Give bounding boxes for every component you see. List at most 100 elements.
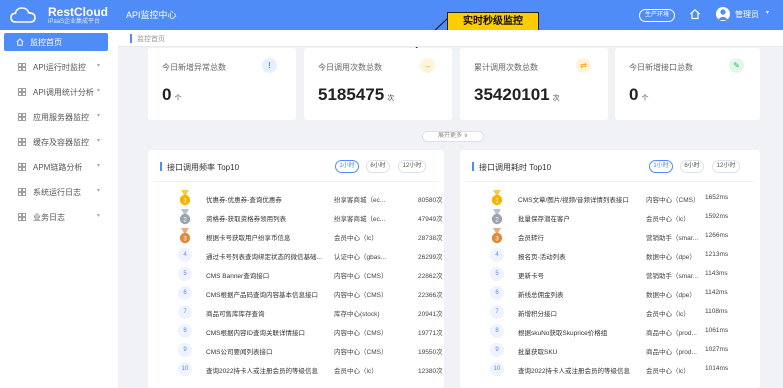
chevron-down-icon: ▾: [97, 163, 101, 169]
service-name: 内容中心（CMS）: [334, 292, 388, 299]
service-name: 商品中心（prod...: [646, 349, 697, 356]
tab-12-hours[interactable]: 12小时: [398, 160, 426, 173]
stat-title: 累计调用次数总数: [474, 63, 538, 72]
grid-icon: [18, 188, 26, 196]
sidebar-item-business-log[interactable]: 业务日志 ▾: [0, 208, 118, 226]
user-avatar-icon: [718, 9, 728, 20]
medal-icon: 1: [179, 190, 191, 206]
list-item[interactable]: 8 CMS根据内容ID查询关联详情接口 内容中心（CMS） 19771次: [148, 323, 444, 341]
api-name: 查询2022持卡人或注册会员的等级信息: [206, 368, 318, 375]
tab-1-hour[interactable]: 1小时: [335, 160, 359, 173]
sidebar-item-label: 系统运行日志: [33, 188, 81, 197]
grid-icon: [18, 113, 26, 121]
list-item[interactable]: 4 通过卡号列表查询绑定状态的微信基础... 认证中心（gbas... 26299次: [148, 247, 444, 265]
service-name: 营销助手（smar...: [646, 235, 699, 242]
medal-icon: 3: [491, 228, 503, 244]
metric-value: 26299次: [418, 254, 443, 261]
logo[interactable]: RestCloud iPaaS企业集成平台: [6, 3, 116, 27]
sidebar-item-api-stats[interactable]: API调用统计分析 ▾: [0, 83, 118, 101]
list-item[interactable]: 10 查询2022持卡人或注册会员的等级信息 会员中心（lc） 12380次: [148, 361, 444, 379]
expand-more-button[interactable]: 展开更多 ∨: [422, 131, 484, 142]
list-item[interactable]: 6 新线总佣金列表 数据中心（dpe） 1142ms: [460, 285, 760, 303]
sidebar-item-dashboard[interactable]: 监控首页: [4, 33, 108, 51]
metric-value: 1142ms: [705, 289, 728, 296]
cloud-logo-icon: [10, 7, 36, 23]
panel-marker: [472, 162, 474, 171]
tab-6-hours[interactable]: 6小时: [366, 160, 390, 173]
service-name: 内容中心（CMS）: [334, 330, 388, 337]
list-item[interactable]: 9 CMS公司要闻列表接口 内容中心（CMS） 19550次: [148, 342, 444, 360]
metric-value: 19550次: [418, 349, 443, 356]
list-item[interactable]: 1 优惠券-优惠券-查询优惠券 纷享客商城（ec... 80580次: [148, 190, 444, 208]
tab-1-hour[interactable]: 1小时: [649, 160, 673, 173]
list-item[interactable]: 2 批量保存潜在客户 会员中心（lc） 1592ms: [460, 209, 760, 227]
metric-value: 1266ms: [705, 232, 729, 239]
grid-icon: [18, 88, 26, 96]
avatar[interactable]: [716, 7, 730, 21]
panel-divider: [466, 181, 754, 182]
sidebar-item-app-server[interactable]: 应用服务器监控 ▾: [0, 108, 118, 126]
metric-value: 22366次: [418, 292, 443, 299]
sidebar-item-label: APM链路分析: [33, 163, 83, 172]
api-name: 批量保存潜在客户: [518, 216, 570, 223]
stat-number: 5185475: [318, 85, 385, 104]
metric-value: 1061ms: [705, 327, 729, 334]
medal-icon: 2: [179, 209, 191, 225]
tab-6-hours[interactable]: 6小时: [680, 160, 704, 173]
chevron-down-icon: ▾: [97, 63, 101, 69]
api-name: 新线总佣金列表: [518, 292, 564, 299]
api-name: CMS Banner查询接口: [206, 273, 270, 280]
list-item[interactable]: 4 报名页-活动列表 数据中心（dpe） 1213ms: [460, 247, 760, 265]
stat-unit: 个: [641, 95, 649, 102]
list-item[interactable]: 10 查询2022持卡人或注册会员的等级信息 会员中心（lc） 1014ms: [460, 361, 760, 379]
sidebar-item-api-runtime[interactable]: API运行时监控 ▾: [0, 58, 118, 76]
service-name: 会员中心（lc）: [334, 235, 378, 242]
medal-icon: 3: [179, 228, 191, 244]
tab-12-hours[interactable]: 12小时: [712, 160, 740, 173]
app-title: API监控中心: [126, 10, 177, 20]
chevron-down-icon: ▾: [97, 138, 101, 144]
stat-number: 35420101: [474, 85, 550, 104]
breadcrumb-current[interactable]: 监控首页: [137, 34, 165, 44]
environment-button[interactable]: 生产环境: [639, 9, 675, 22]
api-name: CMS根据产品码查询内容基本信息接口: [206, 292, 318, 299]
grid-icon: [18, 63, 26, 71]
metric-value: 20941次: [418, 311, 443, 318]
list-item[interactable]: 2 资格券-获取资格券领用列表 纷享客商城（ec... 47949次: [148, 209, 444, 227]
list-item[interactable]: 6 CMS根据产品码查询内容基本信息接口 内容中心（CMS） 22366次: [148, 285, 444, 303]
user-name[interactable]: 管理员: [735, 9, 759, 20]
list-item[interactable]: 3 根据卡号获取用户纷享币信息 会员中心（lc） 28738次: [148, 228, 444, 246]
sidebar-item-apm[interactable]: APM链路分析 ▾: [0, 158, 118, 176]
sidebar-item-label: API调用统计分析: [33, 88, 94, 97]
rank-number: 6: [490, 286, 504, 300]
stat-unit: 次: [552, 95, 560, 102]
service-name: 内容中心（CMS）: [334, 349, 388, 356]
user-menu-chevron-icon[interactable]: ▾: [766, 9, 769, 16]
metric-value: 22862次: [418, 273, 443, 280]
panel-title: 接口调用频率 Top10: [167, 163, 240, 172]
list-item[interactable]: 7 新增积分接口 会员中心（lc） 1108ms: [460, 304, 760, 322]
rank-number: 10: [490, 362, 504, 376]
list-item[interactable]: 7 商品可售库库存查询 库存中心(stock) 20941次: [148, 304, 444, 322]
chevron-down-icon: ▾: [97, 188, 101, 194]
home-icon[interactable]: [689, 8, 701, 20]
rank-number: 4: [490, 248, 504, 262]
api-name: CMS公司要闻列表接口: [206, 349, 273, 356]
list-item[interactable]: 5 CMS Banner查询接口 内容中心（CMS） 22862次: [148, 266, 444, 284]
list-item[interactable]: 9 批量获取SKU 商品中心（prod... 1027ms: [460, 342, 760, 360]
service-name: 会员中心（lc）: [646, 216, 690, 223]
exchange-icon: ⇄: [576, 58, 591, 73]
panel-marker: [160, 162, 162, 171]
list-item[interactable]: 5 更新卡号 营销助手（smar... 1143ms: [460, 266, 760, 284]
api-name: 报名页-活动列表: [518, 254, 566, 261]
list-item[interactable]: 8 根据skuNo获取Skuprice价格组 商品中心（prod... 1061ms: [460, 323, 760, 341]
service-name: 内容中心（CMS）: [334, 273, 388, 280]
metric-value: 1143ms: [705, 270, 728, 277]
sidebar-item-cache-container[interactable]: 缓存及容器监控 ▾: [0, 133, 118, 151]
sidebar-item-label: 缓存及容器监控: [33, 138, 89, 147]
list-item[interactable]: 1 CMS文章/图片/视频/音频详情列表接口 内容中心（CMS） 1652ms: [460, 190, 760, 208]
stat-title: 今日新增接口总数: [629, 63, 693, 72]
service-name: 营销助手（smar...: [646, 273, 699, 280]
list-item[interactable]: 3 会员转行 营销助手（smar... 1266ms: [460, 228, 760, 246]
sidebar-item-system-log[interactable]: 系统运行日志 ▾: [0, 183, 118, 201]
